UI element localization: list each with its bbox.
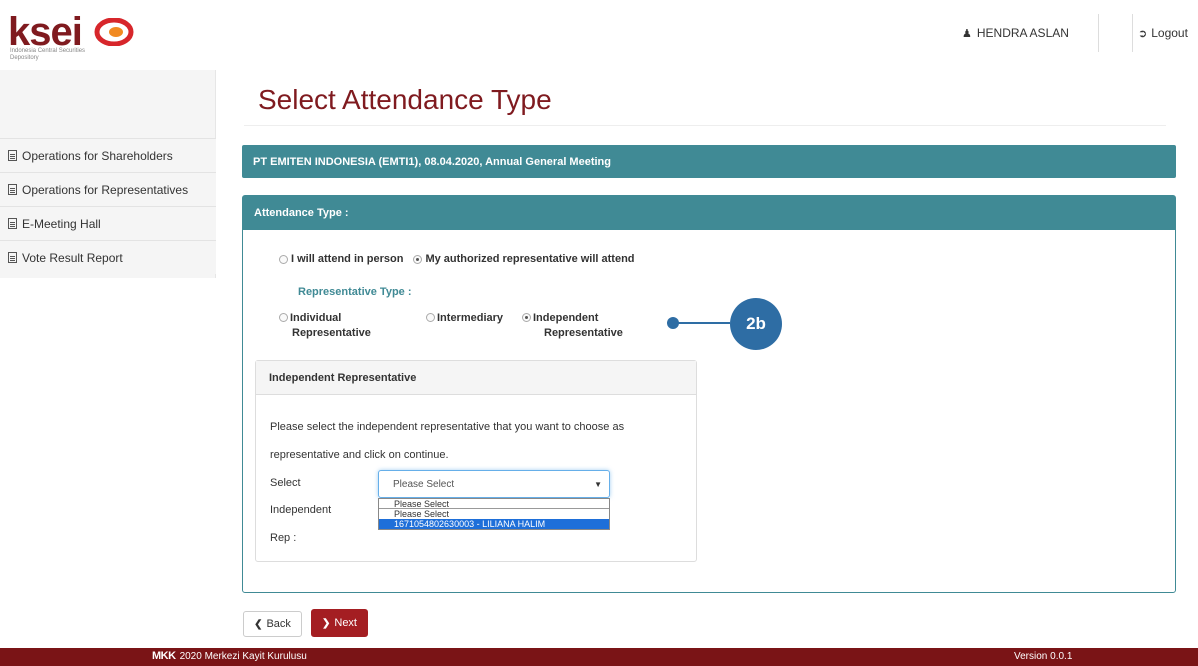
meeting-info: PT EMITEN INDONESIA (EMTI1), 08.04.2020,…: [253, 155, 611, 168]
document-icon: [8, 150, 17, 161]
attend-in-person-radio[interactable]: I will attend in person: [279, 253, 403, 265]
chevron-right-icon: ❯: [321, 617, 331, 629]
instruction-text: Please select the independent representa…: [270, 421, 625, 461]
meeting-info-panel: PT EMITEN INDONESIA (EMTI1), 08.04.2020,…: [242, 145, 1176, 178]
independent-representative-radio[interactable]: Independent Representative: [522, 311, 623, 341]
version-text: Version 0.0.1: [1014, 651, 1073, 662]
attendance-panel-header: Attendance Type :: [243, 196, 1175, 230]
dropdown-option-highlighted[interactable]: 1671054802630003 - LILIANA HALIM: [379, 519, 609, 529]
document-icon: [8, 218, 17, 229]
step-callout-badge: 2b: [730, 298, 782, 350]
footer-brand: MKK 2020 Merkezi Kayit Kurulusu: [152, 650, 307, 662]
radio-label: Individual: [290, 312, 342, 324]
footer: MKK 2020 Merkezi Kayit Kurulusu Version …: [0, 648, 1198, 666]
sidebar-item-operations-shareholders[interactable]: Operations for Shareholders: [0, 138, 216, 172]
individual-representative-radio[interactable]: Individual Representative: [279, 311, 371, 341]
sidebar-item-label: Vote Result Report: [22, 250, 123, 265]
select-label-line2: Independent: [270, 504, 332, 516]
select-label: Select: [270, 477, 301, 489]
independent-panel-title: Independent Representative: [269, 371, 417, 384]
back-label: Back: [266, 618, 291, 630]
attendance-header-label: Attendance Type :: [254, 207, 349, 219]
dropdown-option[interactable]: Please Select: [379, 509, 609, 519]
user-icon: ♟: [962, 27, 972, 40]
header: ksei Indonesia Central Securities Deposi…: [0, 0, 1198, 80]
sidebar-item-e-meeting-hall[interactable]: E-Meeting Hall: [0, 206, 216, 240]
sidebar-item-vote-result-report[interactable]: Vote Result Report: [0, 240, 216, 274]
callout-label: 2b: [746, 314, 766, 333]
sidebar-item-operations-representatives[interactable]: Operations for Representatives: [0, 172, 216, 206]
logout-icon: ➲: [1138, 27, 1148, 40]
select-label-line3: Rep :: [270, 532, 297, 544]
radio-icon: [279, 254, 288, 264]
radio-label: Independent: [533, 312, 599, 324]
attendance-options: I will attend in person My authorized re…: [279, 253, 645, 265]
header-divider: [1098, 14, 1099, 52]
independent-representative-panel: Independent Representative Please select…: [255, 360, 697, 562]
header-divider: [1132, 14, 1133, 52]
intermediary-radio[interactable]: Intermediary: [426, 311, 503, 326]
document-icon: [8, 184, 17, 195]
caret-down-icon: ▼: [594, 480, 602, 489]
callout-dot: [667, 317, 679, 329]
callout-connector: [674, 322, 730, 324]
document-icon: [8, 252, 17, 263]
sidebar-item-label: Operations for Shareholders: [22, 148, 173, 163]
authorized-representative-radio[interactable]: My authorized representative will attend: [413, 253, 635, 265]
next-button[interactable]: ❯ Next: [311, 609, 368, 637]
logout-button[interactable]: ➲ Logout: [1138, 20, 1188, 46]
user-name: HENDRA ASLAN: [976, 26, 1069, 40]
radio-label: My authorized representative will attend: [425, 253, 635, 265]
radio-icon: [279, 313, 288, 322]
user-menu[interactable]: ♟ HENDRA ASLAN: [962, 20, 1079, 46]
independent-panel-header: Independent Representative: [256, 361, 696, 395]
sidebar-item-label: E-Meeting Hall: [22, 216, 101, 231]
logo-text: ksei: [8, 10, 83, 54]
copyright-text: 2020 Merkezi Kayit Kurulusu: [179, 650, 307, 662]
sidebar-item-label: Operations for Representatives: [22, 182, 189, 197]
sidebar: Operations for Shareholders Operations f…: [0, 70, 216, 278]
radio-label: I will attend in person: [291, 253, 404, 265]
select-value: Please Select: [393, 478, 455, 490]
mkk-logo: MKK: [152, 650, 176, 662]
radio-icon: [426, 313, 435, 322]
select-dropdown-list: Please Select Please Select 167105480263…: [378, 498, 610, 530]
dropdown-option[interactable]: Please Select: [379, 499, 609, 509]
next-label: Next: [334, 617, 357, 629]
representative-type-label: Representative Type :: [298, 286, 412, 298]
independent-representative-select[interactable]: Please Select ▼: [378, 470, 610, 498]
logout-label: Logout: [1151, 26, 1188, 40]
radio-label-line2: Representative: [292, 327, 371, 339]
back-button[interactable]: ❮ Back: [243, 611, 302, 637]
radio-selected-icon: [522, 313, 531, 322]
radio-label-line2: Representative: [544, 327, 623, 339]
title-divider: [244, 125, 1166, 126]
radio-label: Intermediary: [437, 312, 504, 324]
ksei-logo[interactable]: ksei Indonesia Central Securities Deposi…: [8, 12, 168, 62]
page-title: Select Attendance Type: [258, 84, 552, 115]
logo-mark-icon: [94, 18, 134, 46]
chevron-left-icon: ❮: [254, 618, 263, 630]
logo-subtitle: Indonesia Central Securities Depository: [10, 48, 86, 61]
radio-selected-icon: [413, 254, 423, 264]
